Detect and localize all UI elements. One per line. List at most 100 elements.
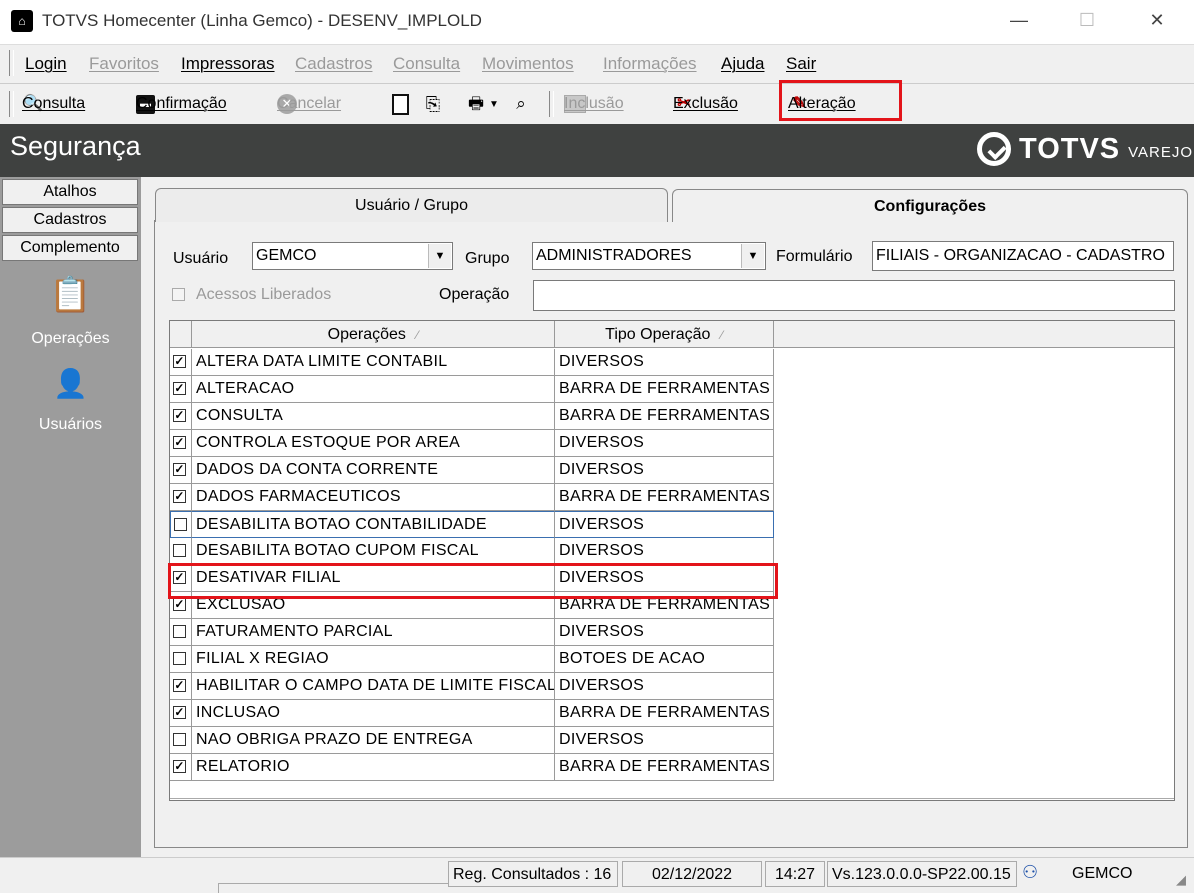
sidebar-item-usuarios[interactable]: Usuários (0, 416, 141, 434)
cell-tipo-operacao: DIVERSOS (555, 727, 774, 754)
row-checkbox[interactable]: ✓ (173, 382, 186, 395)
table-row[interactable]: DESABILITA BOTAO CONTABILIDADE DIVERSOS (170, 511, 774, 538)
chevron-down-icon[interactable]: ▼ (741, 244, 764, 268)
row-checkbox-cell: ✓ (170, 673, 192, 700)
table-row[interactable]: ✓ CONSULTA BARRA DE FERRAMENTAS (170, 403, 774, 430)
print-button[interactable]: 🖶 ▼ (465, 91, 499, 117)
table-row[interactable]: FILIAL X REGIAO BOTOES DE ACAO (170, 646, 774, 673)
status-date: 02/12/2022 (622, 861, 762, 887)
chevron-down-icon[interactable]: ▼ (428, 244, 451, 268)
menu-login[interactable]: Login (25, 54, 67, 74)
close-icon[interactable]: ✕ (1134, 0, 1180, 40)
app-icon[interactable]: ⌂ (11, 10, 33, 32)
row-checkbox[interactable]: ✓ (173, 706, 186, 719)
row-checkbox[interactable]: ✓ (173, 490, 186, 503)
cell-operacao: DESABILITA BOTAO CONTABILIDADE (192, 511, 555, 538)
status-time: 14:27 (765, 861, 825, 887)
table-row[interactable]: DESABILITA BOTAO CUPOM FISCAL DIVERSOS (170, 538, 774, 565)
operations-icon[interactable]: 📋 (0, 275, 141, 315)
confirmacao-button[interactable]: ▬ Confirmação (136, 91, 227, 117)
tab-usuario-grupo[interactable]: Usuário / Grupo (155, 188, 668, 222)
row-checkbox-cell (170, 619, 192, 646)
sidebar-item-operacoes[interactable]: Operações (0, 330, 141, 348)
table-row[interactable]: FATURAMENTO PARCIAL DIVERSOS (170, 619, 774, 646)
row-checkbox[interactable]: ✓ (173, 598, 186, 611)
acessos-liberados-checkbox[interactable] (172, 288, 185, 301)
cell-operacao: CONSULTA (192, 403, 555, 430)
menu-sair[interactable]: Sair (786, 54, 816, 74)
row-checkbox[interactable] (173, 625, 186, 638)
table-row[interactable]: ✓ DADOS DA CONTA CORRENTE DIVERSOS (170, 457, 774, 484)
totvs-logo: TOTVS VAREJO (977, 131, 1193, 167)
copy-document-button[interactable]: ⎘ (422, 91, 449, 117)
users-icon[interactable]: 👤 (0, 367, 141, 400)
table-row[interactable]: ✓ INCLUSAO BARRA DE FERRAMENTAS (170, 700, 774, 727)
document-icon (392, 93, 409, 115)
exclusao-button[interactable]: ✂ Exclusão (673, 91, 738, 117)
row-checkbox[interactable]: ✓ (173, 760, 186, 773)
row-checkbox-cell: ✓ (170, 403, 192, 430)
menu-informacoes[interactable]: Informações (603, 54, 697, 74)
table-row[interactable]: ✓ HABILITAR O CAMPO DATA DE LIMITE FISCAL… (170, 673, 774, 700)
row-checkbox[interactable]: ✓ (173, 679, 186, 692)
menu-ajuda[interactable]: Ajuda (721, 54, 764, 74)
cell-tipo-operacao: DIVERSOS (555, 349, 774, 376)
status-user: GEMCO (1072, 865, 1133, 882)
menu-grip[interactable] (9, 50, 14, 76)
table-row[interactable]: ✓ ALTERACAO BARRA DE FERRAMENTAS (170, 376, 774, 403)
maximize-icon[interactable]: ☐ (1064, 0, 1110, 40)
row-checkbox-cell: ✓ (170, 754, 192, 781)
table-row[interactable]: ✓ ALTERA DATA LIMITE CONTABIL DIVERSOS (170, 349, 774, 376)
minimize-icon[interactable]: — (996, 0, 1042, 40)
grid-header-check[interactable] (170, 321, 192, 348)
new-document-button[interactable] (392, 91, 409, 117)
menu-favoritos[interactable]: Favoritos (89, 54, 159, 74)
cell-operacao: FATURAMENTO PARCIAL (192, 619, 555, 646)
status-reg-consultados: Reg. Consultados : 16 (448, 861, 618, 887)
sidebar-tab-complemento[interactable]: Complemento (2, 235, 138, 261)
row-checkbox-cell: ✓ (170, 484, 192, 511)
row-checkbox[interactable] (173, 652, 186, 665)
row-checkbox[interactable] (174, 518, 187, 531)
row-checkbox[interactable]: ✓ (173, 463, 186, 476)
grupo-select[interactable]: ADMINISTRADORES ▼ (532, 242, 766, 270)
row-checkbox[interactable]: ✓ (173, 409, 186, 422)
row-checkbox-cell (170, 511, 192, 538)
table-row[interactable]: NAO OBRIGA PRAZO DE ENTREGA DIVERSOS (170, 727, 774, 754)
find-button[interactable]: ⌕ (510, 91, 537, 117)
cell-operacao: CONTROLA ESTOQUE POR AREA (192, 430, 555, 457)
table-row[interactable]: ✓ RELATORIO BARRA DE FERRAMENTAS (170, 754, 774, 781)
row-checkbox[interactable]: ✓ (173, 436, 186, 449)
cell-tipo-operacao: BARRA DE FERRAMENTAS (555, 403, 774, 430)
formulario-field[interactable]: FILIAIS - ORGANIZACAO - CADASTRO (872, 241, 1174, 271)
row-checkbox[interactable]: ✓ (173, 355, 186, 368)
tab-configuracoes[interactable]: Configurações (672, 189, 1188, 222)
table-row[interactable]: ✓ CONTROLA ESTOQUE POR AREA DIVERSOS (170, 430, 774, 457)
consulta-button[interactable]: 🔍 Consulta (22, 91, 85, 117)
resize-grip-icon[interactable]: ◢ (1176, 872, 1186, 888)
cell-operacao: DESABILITA BOTAO CUPOM FISCAL (192, 538, 555, 565)
operacao-field[interactable] (533, 280, 1175, 311)
cell-operacao: ALTERA DATA LIMITE CONTABIL (192, 349, 555, 376)
cell-tipo-operacao: DIVERSOS (555, 673, 774, 700)
cell-tipo-operacao: BARRA DE FERRAMENTAS (555, 484, 774, 511)
sidebar-tab-atalhos[interactable]: Atalhos (2, 179, 138, 205)
table-row[interactable]: ✓ DADOS FARMACEUTICOS BARRA DE FERRAMENTAS (170, 484, 774, 511)
sidebar-tab-cadastros[interactable]: Cadastros (2, 207, 138, 233)
column-header-operacoes[interactable]: Operações ⁄ (192, 321, 555, 348)
menu-impressoras[interactable]: Impressoras (181, 54, 275, 74)
cell-tipo-operacao: DIVERSOS (555, 430, 774, 457)
row-checkbox-cell (170, 727, 192, 754)
inclusao-button[interactable]: Inclusão (564, 91, 624, 117)
toolbar-grip[interactable] (9, 91, 14, 117)
menu-cadastros[interactable]: Cadastros (295, 54, 372, 74)
row-checkbox[interactable] (173, 733, 186, 746)
status-version: Vs.123.0.0.0-SP22.00.15 (827, 861, 1017, 887)
row-checkbox[interactable] (173, 544, 186, 557)
column-header-tipo-operacao[interactable]: Tipo Operação ⁄ (555, 321, 774, 348)
highlight-alteracao (779, 80, 902, 121)
cancelar-button[interactable]: ✕ Cancelar (277, 91, 341, 117)
usuario-select[interactable]: GEMCO ▼ (252, 242, 453, 270)
menu-movimentos[interactable]: Movimentos (482, 54, 574, 74)
menu-consulta[interactable]: Consulta (393, 54, 460, 74)
